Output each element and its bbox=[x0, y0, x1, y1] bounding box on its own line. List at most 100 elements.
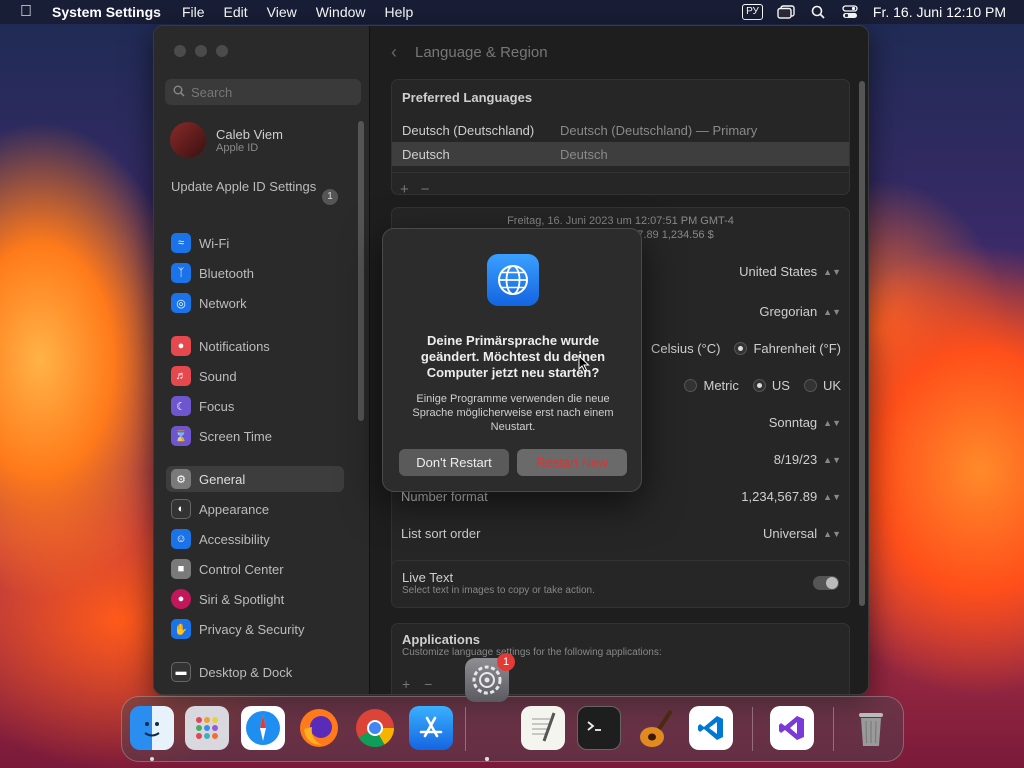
alert-message: Einige Programme verwenden die neue Spra… bbox=[412, 393, 614, 433]
menu-file[interactable]: File bbox=[182, 4, 205, 20]
sidebar-item-label: Network bbox=[199, 295, 247, 311]
input-source-indicator[interactable]: РУ bbox=[742, 4, 763, 20]
dock-separator bbox=[752, 707, 753, 751]
minimize-window-button[interactable] bbox=[195, 45, 207, 57]
sidebar-item-label: Notifications bbox=[199, 338, 270, 354]
stepper-chevron-icon: ▲▼ bbox=[823, 266, 841, 277]
sidebar-item-desktop-dock[interactable]: ▬ Desktop & Dock bbox=[166, 659, 344, 685]
sidebar-item-notifications[interactable]: ● Notifications bbox=[166, 333, 344, 359]
radio-icon bbox=[684, 379, 698, 392]
profile-name: Caleb Viem bbox=[216, 126, 283, 142]
sidebar-item-screen-time[interactable]: ⌛ Screen Time bbox=[166, 423, 344, 449]
dock-textedit-icon[interactable] bbox=[521, 706, 565, 750]
dock-safari-icon[interactable] bbox=[241, 706, 285, 750]
sort-order-row[interactable]: List sort order Universal ▲▼ bbox=[401, 526, 841, 541]
sort-order-label: List sort order bbox=[401, 526, 481, 541]
dock-app-store-icon[interactable] bbox=[409, 706, 453, 750]
dock-trash-icon[interactable] bbox=[849, 706, 893, 750]
sidebar-item-sound[interactable]: ♬ Sound bbox=[166, 363, 344, 389]
radio-selected-icon bbox=[752, 379, 766, 392]
sidebar-item-accessibility[interactable]: ☺ Accessibility bbox=[166, 526, 344, 552]
menu-window[interactable]: Window bbox=[316, 4, 366, 20]
temp-fahrenheit-label: Fahrenheit (°F) bbox=[753, 341, 841, 356]
remove-language-button[interactable]: − bbox=[421, 181, 430, 198]
notification-badge: 1 bbox=[497, 653, 515, 671]
dock-visual-studio-icon[interactable] bbox=[770, 706, 814, 750]
dock-launchpad-icon[interactable] bbox=[185, 706, 229, 750]
app-menu[interactable]: System Settings bbox=[52, 4, 161, 20]
update-apple-id-item[interactable]: Update Apple ID Settings bbox=[171, 179, 341, 195]
sidebar-item-label: General bbox=[199, 471, 246, 487]
avatar bbox=[170, 122, 206, 158]
sidebar-item-label: Focus bbox=[199, 398, 235, 414]
stepper-chevron-icon: ▲▼ bbox=[823, 417, 841, 428]
stage-manager-icon[interactable] bbox=[777, 5, 795, 19]
add-application-button[interactable]: + bbox=[402, 676, 410, 692]
temp-celsius-label[interactable]: Celsius (°C) bbox=[651, 341, 720, 356]
dock-system-settings-icon[interactable]: 1 bbox=[465, 653, 515, 702]
applications-panel: Applications Customize language settings… bbox=[391, 623, 850, 694]
menu-help[interactable]: Help bbox=[385, 4, 414, 20]
apple-id-profile[interactable]: Caleb Viem Apple ID bbox=[170, 122, 283, 158]
sidebar-item-label: Wi-Fi bbox=[199, 235, 230, 251]
sidebar-item-label: Control Center bbox=[199, 561, 284, 577]
applications-description: Customize language settings for the foll… bbox=[402, 647, 662, 658]
measure-us-radio[interactable]: US bbox=[752, 378, 790, 393]
calendar-value: Gregorian bbox=[759, 304, 818, 319]
speaker-icon: ♬ bbox=[171, 366, 191, 386]
measure-uk-radio[interactable]: UK bbox=[803, 378, 841, 393]
running-indicator bbox=[150, 757, 154, 761]
language-name: Deutsch bbox=[402, 146, 450, 162]
accessibility-icon: ☺ bbox=[171, 529, 191, 549]
language-row[interactable]: Deutsch Deutsch bbox=[392, 142, 849, 166]
add-language-button[interactable]: + bbox=[400, 181, 409, 198]
sidebar-item-bluetooth[interactable]: ᛉ Bluetooth bbox=[166, 260, 344, 286]
sidebar-search[interactable] bbox=[165, 79, 361, 105]
dock-garageband-icon[interactable] bbox=[633, 706, 677, 750]
language-row[interactable]: Deutsch (Deutschland) Deutsch (Deutschla… bbox=[392, 118, 849, 142]
remove-application-button[interactable]: − bbox=[424, 676, 432, 692]
sidebar-item-privacy-security[interactable]: ✋ Privacy & Security bbox=[166, 616, 344, 642]
sidebar-item-wifi[interactable]: ≈ Wi-Fi bbox=[166, 230, 344, 256]
sidebar-item-siri-spotlight[interactable]: ● Siri & Spotlight bbox=[166, 586, 344, 612]
date-format-value: 8/19/23 bbox=[773, 452, 818, 467]
sidebar-item-focus[interactable]: ☾ Focus bbox=[166, 393, 344, 419]
dock-vscode-icon[interactable] bbox=[689, 706, 733, 750]
dont-restart-button[interactable]: Don't Restart bbox=[399, 449, 509, 476]
spotlight-search-icon[interactable] bbox=[809, 5, 827, 19]
radio-icon bbox=[803, 379, 817, 392]
bell-icon: ● bbox=[171, 336, 191, 356]
dock-terminal-icon[interactable] bbox=[577, 706, 621, 750]
live-text-toggle[interactable] bbox=[813, 576, 839, 590]
close-window-button[interactable] bbox=[174, 45, 186, 57]
search-input[interactable] bbox=[191, 84, 351, 100]
apple-menu-icon[interactable]:  bbox=[0, 3, 52, 21]
update-count-badge: 1 bbox=[322, 189, 338, 205]
dock-finder-icon[interactable] bbox=[130, 706, 174, 750]
measure-metric-radio[interactable]: Metric bbox=[684, 378, 739, 393]
sidebar-item-general[interactable]: ⚙ General bbox=[166, 466, 344, 492]
clock[interactable]: Fr. 16. Juni 12:10 PM bbox=[873, 4, 1006, 20]
sidebar-item-appearance[interactable]: ◐ Appearance bbox=[166, 496, 344, 522]
sidebar-item-label: Screen Time bbox=[199, 428, 272, 444]
language-detail: Deutsch bbox=[560, 146, 608, 162]
sidebar-item-network[interactable]: ◎ Network bbox=[166, 290, 344, 316]
sidebar-item-control-center[interactable]: ■ Control Center bbox=[166, 556, 344, 582]
format-sample-date: Freitag, 16. Juni 2023 um 12:07:51 PM GM… bbox=[507, 215, 734, 227]
dock-firefox-icon[interactable] bbox=[297, 706, 341, 750]
back-chevron-icon[interactable]: ‹ bbox=[391, 42, 397, 63]
restart-now-button[interactable]: Restart Now bbox=[517, 449, 627, 476]
main-scrollbar[interactable] bbox=[859, 81, 865, 606]
dock-icon: ▬ bbox=[171, 662, 191, 682]
zoom-window-button[interactable] bbox=[216, 45, 228, 57]
temp-fahrenheit-radio[interactable]: Fahrenheit (°F) bbox=[734, 341, 841, 356]
language-detail: Deutsch (Deutschland) — Primary bbox=[560, 122, 758, 138]
live-text-label: Live Text bbox=[402, 570, 454, 585]
control-center-icon: ■ bbox=[171, 559, 191, 579]
number-format-value: 1,234,567.89 bbox=[741, 489, 818, 504]
sidebar-scrollbar[interactable] bbox=[358, 121, 364, 421]
menu-edit[interactable]: Edit bbox=[224, 4, 248, 20]
dock-chrome-icon[interactable] bbox=[353, 706, 397, 750]
control-center-icon[interactable] bbox=[841, 5, 859, 19]
menu-view[interactable]: View bbox=[267, 4, 297, 20]
